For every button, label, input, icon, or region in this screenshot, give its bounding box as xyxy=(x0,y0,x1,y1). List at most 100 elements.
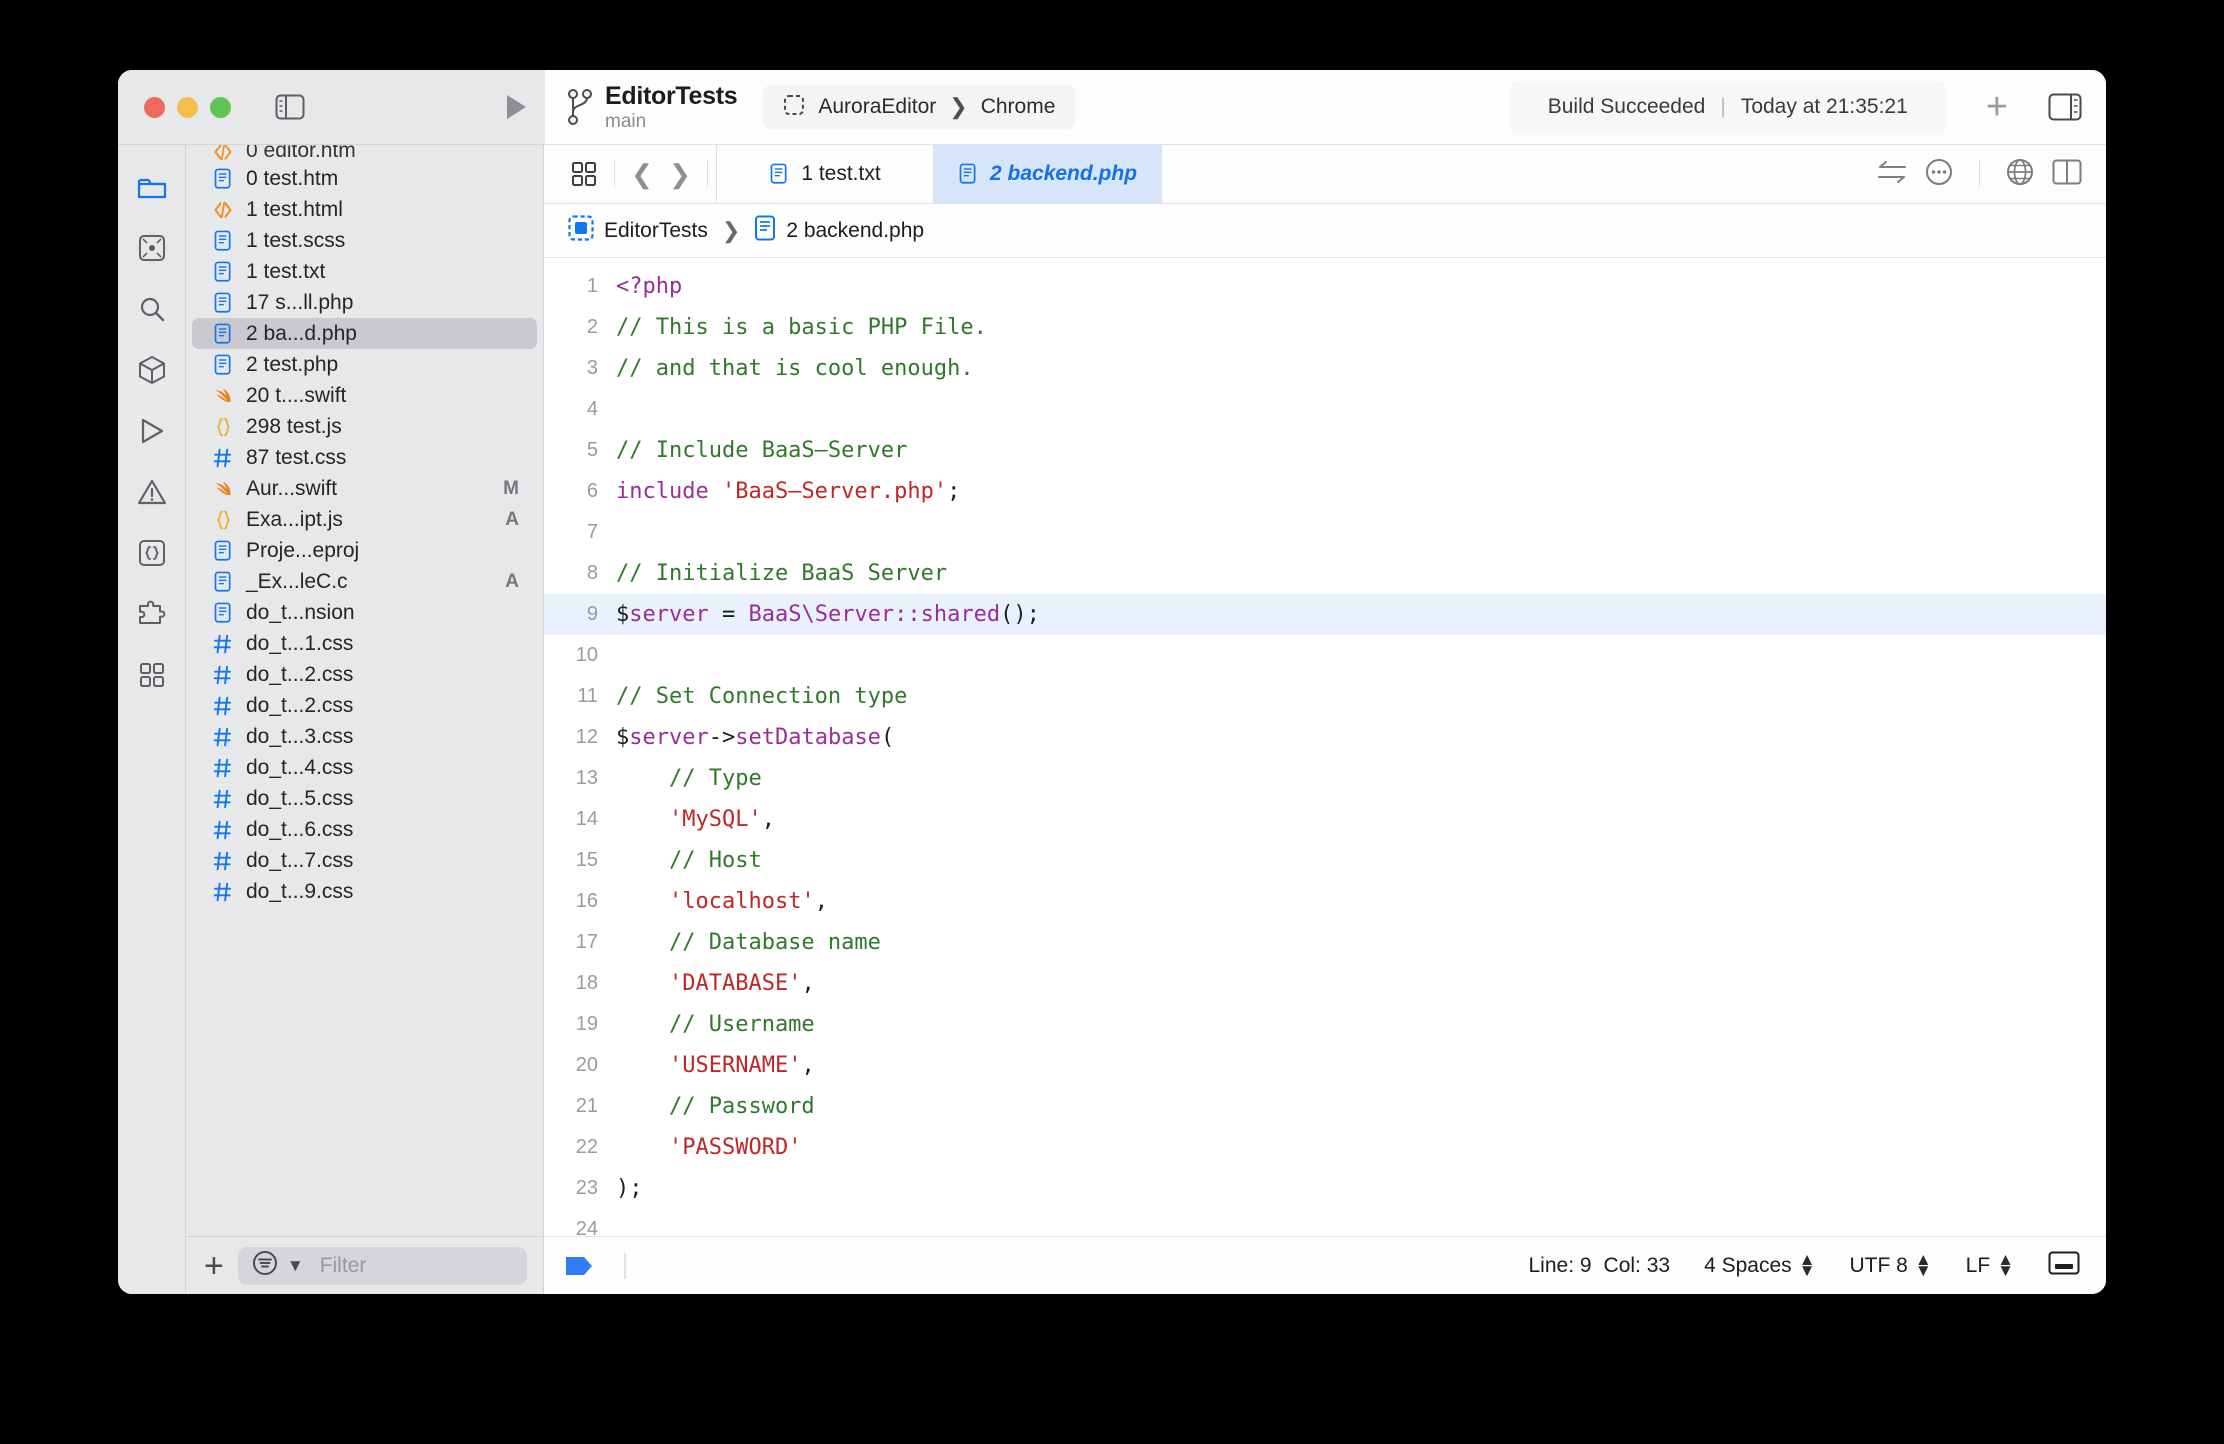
line-number: 5 xyxy=(586,439,598,461)
filter-input-wrapper[interactable]: ▼ Filter xyxy=(237,1246,527,1285)
sidebar-item-source-control[interactable] xyxy=(132,228,172,268)
line-ending-setting[interactable]: LF ▲ ▼ xyxy=(1966,1251,2014,1279)
sidebar-item-search[interactable] xyxy=(132,289,172,329)
file-list-item[interactable]: Aur...swift M xyxy=(192,473,537,504)
file-list-item[interactable]: 87 test.css xyxy=(192,442,537,473)
scheme-destination-picker[interactable]: AuroraEditor ❯ Chrome xyxy=(763,85,1076,129)
file-list-item[interactable]: do_t...4.css xyxy=(192,752,537,783)
sidebar-item-issues[interactable] xyxy=(132,472,172,512)
code-line[interactable]: 11 // Set Connection type xyxy=(544,676,2106,717)
toggle-sidebar-icon[interactable] xyxy=(275,94,305,120)
editor-tab-1[interactable]: 2 backend.php xyxy=(934,145,1163,203)
code-token-kw: setDatabase xyxy=(735,725,881,750)
filter-options-icon[interactable] xyxy=(252,1250,278,1281)
sidebar-item-run[interactable] xyxy=(132,411,172,451)
file-list-item[interactable]: do_t...nsion xyxy=(192,597,537,628)
code-line[interactable]: 23); xyxy=(544,1168,2106,1209)
add-file-button[interactable]: + xyxy=(204,1249,224,1283)
file-list-item[interactable]: do_t...2.css xyxy=(192,690,537,721)
sidebar-item-packages[interactable] xyxy=(132,350,172,390)
encoding-setting[interactable]: UTF 8 ▲ ▼ xyxy=(1849,1251,1931,1279)
sidebar-item-extensions[interactable] xyxy=(132,594,172,634)
file-list-item[interactable]: 1 test.html xyxy=(192,194,537,225)
code-line[interactable]: 15 // Host xyxy=(544,840,2106,881)
file-list-item[interactable]: 20 t....swift xyxy=(192,380,537,411)
project-identity[interactable]: EditorTests main xyxy=(605,82,738,132)
file-list-item[interactable]: 0 test.htm xyxy=(192,163,537,194)
code-line[interactable]: 18 'DATABASE', xyxy=(544,963,2106,1004)
compare-versions-icon[interactable] xyxy=(1877,160,1907,189)
code-line[interactable]: 24 xyxy=(544,1209,2106,1236)
web-preview-icon[interactable] xyxy=(2006,158,2034,191)
more-options-icon[interactable] xyxy=(1925,158,1953,191)
file-list-item[interactable]: do_t...2.css xyxy=(192,659,537,690)
toggle-inspector-icon[interactable] xyxy=(2048,93,2082,121)
close-button[interactable] xyxy=(144,96,165,118)
destination-label: Chrome xyxy=(980,95,1056,118)
file-list[interactable]: 0 editor.htm 0 test.htm 1 test.html 1 test.… xyxy=(186,145,543,1236)
code-line[interactable]: 17 // Database name xyxy=(544,922,2106,963)
code-line-active[interactable]: 9 $server = BaaS\Server::shared(); xyxy=(544,594,2106,635)
tab-grid-icon[interactable] xyxy=(562,162,606,186)
file-list-item[interactable]: 1 test.scss xyxy=(192,225,537,256)
code-line[interactable]: 7 xyxy=(544,512,2106,553)
bookmark-tag-icon[interactable] xyxy=(564,1255,594,1277)
toggle-drawer-icon[interactable] xyxy=(2048,1251,2080,1280)
line-number: 23 xyxy=(575,1177,598,1199)
code-line[interactable]: 16 'localhost', xyxy=(544,881,2106,922)
maximize-button[interactable] xyxy=(210,96,231,118)
code-line[interactable]: 3 // and that is cool enough. xyxy=(544,348,2106,389)
file-list-item[interactable]: _Ex...leC.c A xyxy=(192,566,537,597)
split-editor-icon[interactable] xyxy=(2052,159,2082,190)
code-line-content: // Set Connection type xyxy=(616,684,907,709)
file-list-item[interactable]: 298 test.js xyxy=(192,411,537,442)
indent-setting[interactable]: 4 Spaces ▲ ▼ xyxy=(1704,1251,1815,1279)
breadcrumb-file[interactable]: 2 backend.php xyxy=(786,219,924,243)
run-button-icon[interactable] xyxy=(505,94,527,120)
file-list-item-selected[interactable]: 2 ba...d.php xyxy=(192,318,537,349)
code-line[interactable]: 6 include 'BaaS–Server.php'; xyxy=(544,471,2106,512)
file-list-item[interactable]: do_t...7.css xyxy=(192,845,537,876)
code-line[interactable]: 22 'PASSWORD' xyxy=(544,1127,2106,1168)
file-list-item[interactable]: do_t...5.css xyxy=(192,783,537,814)
code-line-content: 'MySQL', xyxy=(616,807,775,832)
filter-input[interactable]: Filter xyxy=(320,1254,367,1278)
file-list-item[interactable]: 0 editor.htm xyxy=(192,145,537,163)
code-line[interactable]: 2 // This is a basic PHP File. xyxy=(544,307,2106,348)
file-list-item[interactable]: Exa...ipt.js A xyxy=(192,504,537,535)
sidebar-item-symbols[interactable] xyxy=(132,533,172,573)
chevron-down-icon[interactable]: ▼ xyxy=(287,1257,304,1274)
file-list-item[interactable]: 17 s...ll.php xyxy=(192,287,537,318)
file-list-item[interactable]: Proje...eproj xyxy=(192,535,537,566)
document-icon xyxy=(210,168,235,190)
code-line[interactable]: 14 'MySQL', xyxy=(544,799,2106,840)
minimize-button[interactable] xyxy=(177,96,198,118)
code-line[interactable]: 8 // Initialize BaaS Server xyxy=(544,553,2106,594)
editor-tab-0[interactable]: 1 test.txt xyxy=(716,145,934,203)
code-line[interactable]: 5 // Include BaaS–Server xyxy=(544,430,2106,471)
breadcrumb-project[interactable]: EditorTests xyxy=(604,219,708,243)
code-editor[interactable]: 1 <?php 2 // This is a basic PHP File. 3 // a… xyxy=(544,258,2106,1236)
file-list-item[interactable]: do_t...1.css xyxy=(192,628,537,659)
document-icon xyxy=(210,602,235,624)
code-line[interactable]: 21 // Password xyxy=(544,1086,2106,1127)
sidebar-item-project-navigator[interactable] xyxy=(132,167,172,207)
file-list-item[interactable]: 2 test.php xyxy=(192,349,537,380)
code-line[interactable]: 4 xyxy=(544,389,2106,430)
build-status-pill[interactable]: Build Succeeded | Today at 21:35:21 xyxy=(1509,81,1946,133)
file-list-item[interactable]: 1 test.txt xyxy=(192,256,537,287)
code-line[interactable]: 20 'USERNAME', xyxy=(544,1045,2106,1086)
code-line-content: 'DATABASE', xyxy=(616,971,815,996)
code-line[interactable]: 13 // Type xyxy=(544,758,2106,799)
file-list-item[interactable]: do_t...3.css xyxy=(192,721,537,752)
file-list-item[interactable]: do_t...9.css xyxy=(192,876,537,907)
code-line[interactable]: 1 <?php xyxy=(544,266,2106,307)
add-button[interactable]: + xyxy=(1986,88,2008,126)
file-list-item[interactable]: do_t...6.css xyxy=(192,814,537,845)
code-line[interactable]: 19 // Username xyxy=(544,1004,2106,1045)
sidebar-item-grid[interactable] xyxy=(132,655,172,695)
code-line[interactable]: 10 xyxy=(544,635,2106,676)
navigate-back-icon[interactable]: ❮ xyxy=(623,159,661,190)
code-line[interactable]: 12 $server->setDatabase( xyxy=(544,717,2106,758)
navigate-forward-icon[interactable]: ❯ xyxy=(661,159,699,190)
